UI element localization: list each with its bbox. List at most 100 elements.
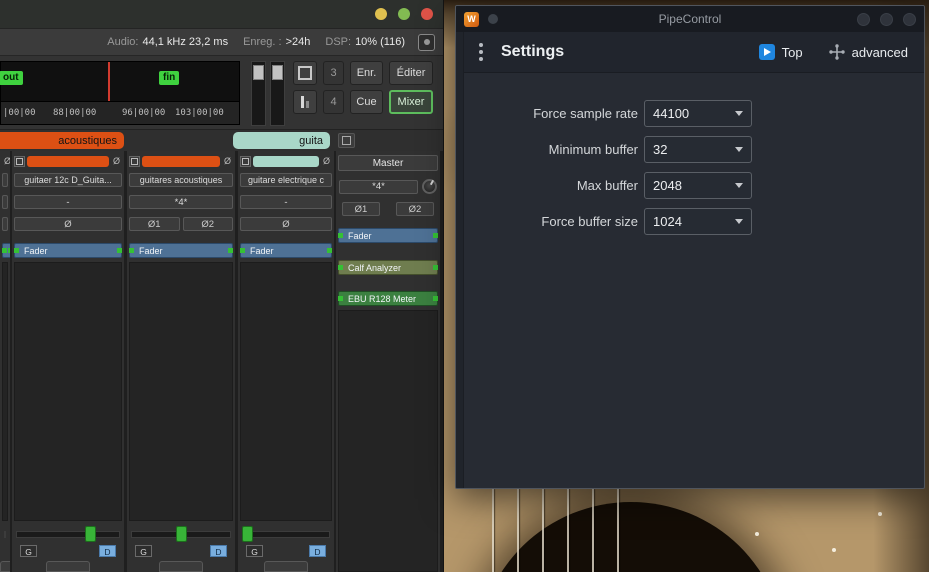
error-log-button[interactable]	[418, 34, 435, 51]
fader-processor[interactable]: Fader	[129, 243, 233, 258]
top-button[interactable]: Top	[759, 44, 803, 60]
processor-box[interactable]	[338, 310, 438, 572]
strip-gain-button[interactable]: -	[14, 195, 122, 209]
scroll-rail[interactable]	[456, 32, 464, 488]
log-dot-icon	[424, 39, 430, 45]
pan-left-button[interactable]: G	[20, 545, 37, 557]
mixer-strips: Ø Ø guitaer 12c D_Guita... -	[0, 151, 443, 572]
maximize-button[interactable]	[398, 8, 410, 20]
group-tab-guitares[interactable]: guita	[233, 132, 330, 149]
minimize-button[interactable]	[375, 8, 387, 20]
menu-icon[interactable]	[476, 43, 486, 61]
pan-left-button[interactable]: G	[246, 545, 263, 557]
layout-4-button[interactable]: 4	[323, 90, 344, 114]
force-buffer-size-select[interactable]: 1024	[644, 208, 752, 235]
layout-3-button[interactable]: 3	[323, 61, 344, 85]
force-buffer-size-label: Force buffer size	[466, 214, 638, 229]
processor-box[interactable]	[14, 262, 122, 521]
advanced-button[interactable]: advanced	[829, 44, 908, 60]
maximize-button[interactable]	[880, 13, 893, 26]
group-tab-acoustiques[interactable]: acoustiques	[0, 132, 124, 149]
master-name-button[interactable]: Master	[338, 155, 438, 171]
pan-track[interactable]	[16, 531, 120, 538]
ardour-titlebar[interactable]	[0, 0, 443, 28]
record-safe-icon[interactable]	[240, 156, 251, 167]
strip-name-button[interactable]: guitare electrique c	[240, 173, 332, 187]
pan-left-button[interactable]: G	[135, 545, 152, 557]
phase-button-2[interactable]: Ø2	[183, 217, 234, 231]
master-gain-button[interactable]: *4*	[339, 180, 418, 194]
close-button[interactable]	[903, 13, 916, 26]
output-button[interactable]	[159, 561, 203, 572]
fader-processor[interactable]: Fader	[14, 243, 122, 258]
advanced-label: advanced	[852, 45, 908, 60]
record-button[interactable]: Enr.	[350, 61, 383, 85]
pan-right-button[interactable]: D	[210, 545, 227, 557]
fader-processor[interactable]: Fader	[240, 243, 332, 258]
meter-slider[interactable]	[251, 61, 266, 126]
pan-control[interactable]	[14, 523, 122, 543]
pan-track[interactable]	[242, 531, 330, 538]
mixer-button[interactable]: Mixer	[389, 90, 433, 114]
pipecontrol-titlebar[interactable]: W PipeControl	[456, 6, 924, 32]
output-button[interactable]	[0, 561, 10, 572]
strip-name-button[interactable]: guitares acoustiques	[129, 173, 233, 187]
pan-control[interactable]	[240, 523, 332, 543]
transport-buttons: 3 Enr. Éditer 4 Cue Mixer	[293, 61, 433, 114]
minimize-button[interactable]	[857, 13, 870, 26]
fader-processor[interactable]: Fader	[338, 228, 438, 243]
pan-handle[interactable]	[176, 526, 187, 542]
pan-handle[interactable]	[85, 526, 96, 542]
pan-track[interactable]	[4, 531, 6, 538]
strip-gain-button[interactable]: -	[240, 195, 332, 209]
force-sample-rate-select[interactable]: 44100	[644, 100, 752, 127]
output-button[interactable]	[46, 561, 90, 572]
monitor-button[interactable]	[293, 61, 317, 85]
strip-name-button[interactable]	[2, 173, 8, 187]
select-value: 2048	[653, 178, 682, 193]
square-icon	[298, 66, 312, 80]
pan-handle[interactable]	[242, 526, 253, 542]
phase-button-2[interactable]: Ø2	[396, 202, 434, 216]
phase-button[interactable]: Ø	[240, 217, 332, 231]
slider-handle[interactable]	[272, 65, 283, 80]
pan-right-button[interactable]: D	[99, 545, 116, 557]
monitor-meters	[251, 61, 285, 126]
record-safe-icon[interactable]	[14, 156, 25, 167]
phase-button-1[interactable]: Ø1	[129, 217, 180, 231]
chevron-down-icon	[735, 183, 743, 188]
fader-processor[interactable]	[2, 243, 10, 258]
pan-right-button[interactable]: D	[309, 545, 326, 557]
cue-button[interactable]: Cue	[350, 90, 383, 114]
processor-box[interactable]	[240, 262, 332, 521]
phase-button[interactable]	[2, 217, 8, 231]
strip-name-button[interactable]: guitaer 12c D_Guita...	[14, 173, 122, 187]
location-marker-fin[interactable]: fin	[159, 71, 179, 85]
guitar-string	[492, 489, 494, 572]
wallpaper-speck	[755, 532, 759, 536]
chevron-down-icon	[735, 111, 743, 116]
ebu-r128-meter-processor[interactable]: EBU R128 Meter	[338, 291, 438, 306]
strip-gain-button[interactable]: *4*	[129, 195, 233, 209]
meter-slider[interactable]	[270, 61, 285, 126]
phase-button-1[interactable]: Ø1	[342, 202, 380, 216]
trim-knob[interactable]	[422, 179, 437, 194]
phase-button[interactable]: Ø	[14, 217, 122, 231]
processor-box[interactable]	[129, 262, 233, 521]
processor-box[interactable]	[2, 262, 8, 521]
meterbridge-button[interactable]	[293, 90, 317, 114]
max-buffer-select[interactable]: 2048	[644, 172, 752, 199]
minimum-buffer-select[interactable]: 32	[644, 136, 752, 163]
mini-timeline[interactable]: out fin |00|00 88|00|00 96|00|00 103|00|…	[0, 61, 240, 125]
slider-handle[interactable]	[253, 65, 264, 80]
pan-control[interactable]	[129, 523, 233, 543]
record-time-status: Enreg. :>24h	[243, 36, 310, 48]
close-button[interactable]	[421, 8, 433, 20]
strip-gain-button[interactable]	[2, 195, 8, 209]
calf-analyzer-processor[interactable]: Calf Analyzer	[338, 260, 438, 275]
master-window-button[interactable]	[338, 133, 355, 148]
location-marker-out[interactable]: out	[0, 71, 23, 85]
record-safe-icon[interactable]	[129, 156, 140, 167]
editor-button[interactable]: Éditer	[389, 61, 433, 85]
output-button[interactable]	[264, 561, 308, 572]
